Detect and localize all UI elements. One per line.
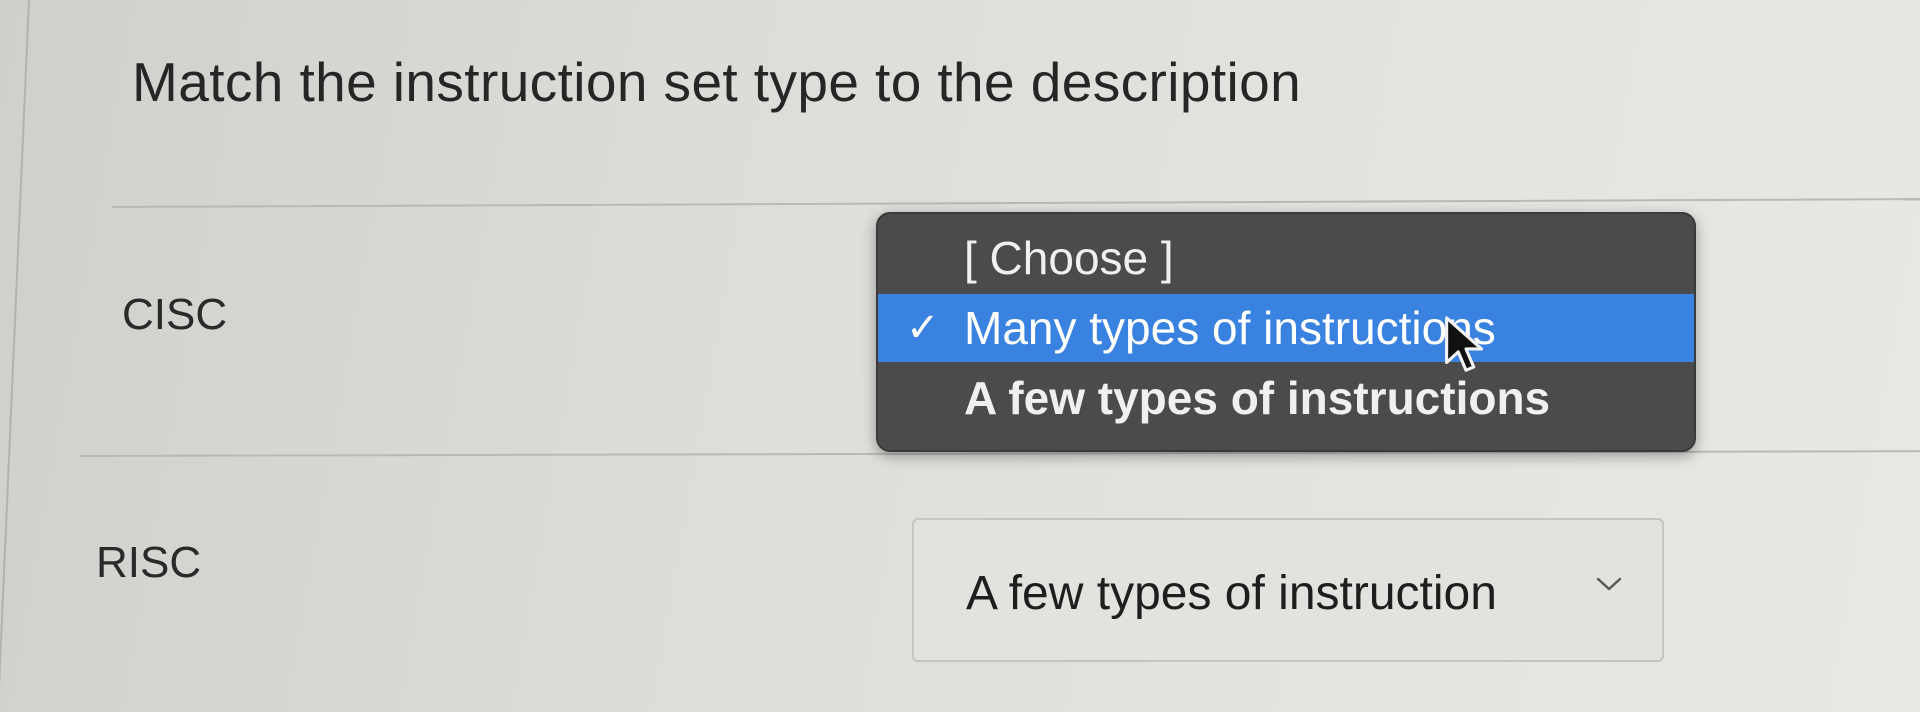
chevron-down-icon: [1596, 577, 1622, 591]
risc-select[interactable]: A few types of instruction: [912, 518, 1664, 662]
select-value: A few types of instruction: [966, 567, 1497, 620]
dropdown-option-label: [ Choose ]: [964, 232, 1174, 284]
term-label-cisc: CISC: [122, 290, 228, 339]
dropdown-option-many-types[interactable]: ✓ Many types of instructions: [878, 294, 1694, 362]
checkmark-icon: ✓: [906, 306, 940, 350]
term-label-risc: RISC: [96, 538, 202, 587]
dropdown-option-label: Many types of instructions: [964, 302, 1496, 354]
divider: [111, 198, 1920, 208]
dropdown-option-choose[interactable]: [ Choose ]: [878, 224, 1694, 292]
mouse-pointer-icon: [1445, 316, 1484, 372]
dropdown-option-few-types[interactable]: A few types of instructions: [878, 364, 1694, 432]
quiz-page: Match the instruction set type to the de…: [0, 0, 1920, 712]
question-title: Match the instruction set type to the de…: [132, 51, 1302, 113]
cisc-dropdown-menu[interactable]: [ Choose ] ✓ Many types of instructions …: [876, 212, 1696, 452]
content-left-border: [0, 0, 30, 712]
